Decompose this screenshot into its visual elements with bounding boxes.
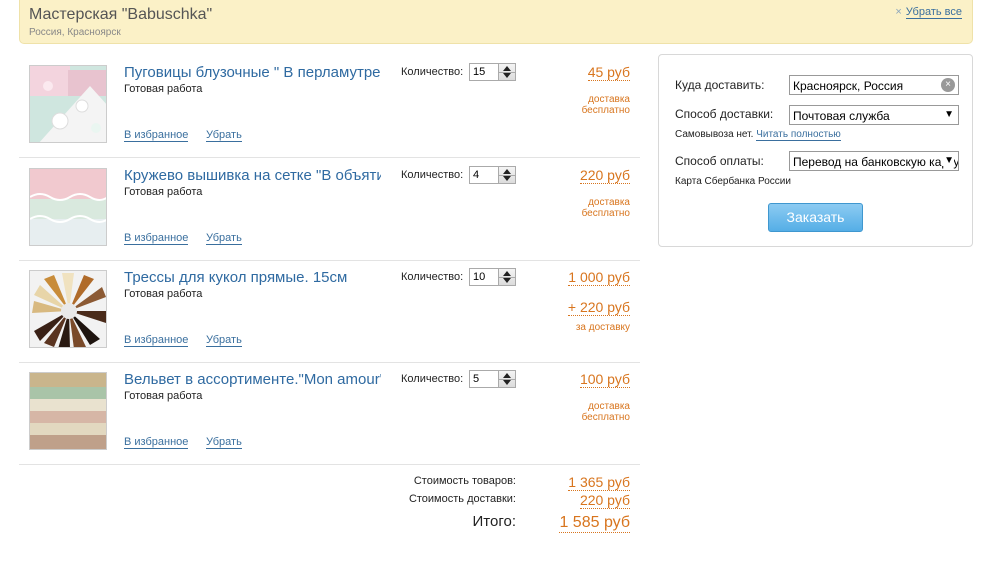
quantity-label: Количество: [401, 373, 464, 385]
quantity-input[interactable] [469, 268, 499, 286]
add-to-favorites-link[interactable]: В избранное [124, 232, 189, 245]
close-icon: × [895, 6, 902, 18]
arrow-up-icon[interactable] [503, 373, 511, 378]
payment-method-select[interactable]: Перевод на банковскую карту ▼ [789, 151, 959, 171]
add-to-favorites-link[interactable]: В избранное [124, 334, 189, 347]
deliver-to-input[interactable]: Красноярск, Россия × [789, 75, 959, 95]
remove-item-link[interactable]: Убрать [206, 232, 242, 245]
total-value: 1 585 руб [559, 514, 630, 533]
quantity-stepper[interactable] [498, 63, 516, 81]
arrow-down-icon[interactable] [503, 380, 511, 385]
cart-item: Трессы для кукол прямые. 15см Готовая ра… [19, 260, 640, 363]
quantity-input[interactable] [469, 166, 499, 184]
quantity-stepper[interactable] [498, 370, 516, 388]
shop-location: Россия, Красноярск [29, 27, 121, 38]
delivery-cost-value: 220 руб [579, 492, 630, 509]
product-type: Готовая работа [124, 83, 203, 95]
shipping-free: доставка бесплатно [581, 197, 630, 219]
arrow-down-icon[interactable] [503, 278, 511, 283]
shipping-cost: + 220 руб [567, 299, 630, 316]
pickup-note: Самовывоза нет. Читать полностью [675, 129, 841, 141]
shipping-free: доставка бесплатно [581, 401, 630, 423]
quantity-input[interactable] [469, 63, 499, 81]
arrow-up-icon[interactable] [503, 66, 511, 71]
product-type: Готовая работа [124, 288, 203, 300]
payment-note: Карта Сбербанка России [675, 176, 791, 187]
product-thumbnail[interactable] [29, 270, 107, 348]
shipping-note: за доставку [575, 322, 630, 333]
deliver-to-value[interactable]: Красноярск, Россия [793, 79, 903, 93]
arrow-up-icon[interactable] [503, 271, 511, 276]
deliver-to-label: Куда доставить: [675, 78, 765, 92]
quantity-input[interactable] [469, 370, 499, 388]
arrow-down-icon[interactable] [503, 176, 511, 181]
product-title[interactable]: Кружево вышивка на сетке "В объятиях [124, 167, 381, 187]
delivery-method-label: Способ доставки: [675, 107, 774, 121]
clear-icon[interactable]: × [941, 78, 955, 92]
item-price: 100 руб [579, 371, 630, 388]
quantity-label: Количество: [401, 271, 464, 283]
remove-all-label[interactable]: Убрать все [905, 6, 962, 19]
arrow-up-icon[interactable] [503, 169, 511, 174]
item-price: 45 руб [587, 64, 630, 81]
chevron-down-icon[interactable]: ▼ [942, 109, 954, 120]
shop-header: Мастерская "Babuschka" Россия, Красноярс… [19, 0, 973, 44]
product-thumbnail[interactable] [29, 65, 107, 143]
pickup-note-text: Самовывоза нет. [675, 129, 754, 140]
item-price: 1 000 руб [568, 269, 630, 286]
delivery-method-select[interactable]: Почтовая служба ▼ [789, 105, 959, 125]
payment-method-value[interactable]: Перевод на банковскую карту [793, 155, 958, 169]
add-to-favorites-link[interactable]: В избранное [124, 129, 189, 142]
add-to-favorites-link[interactable]: В избранное [124, 436, 189, 449]
payment-method-label: Способ оплаты: [675, 154, 764, 168]
quantity-stepper[interactable] [498, 268, 516, 286]
cart-item: Пуговицы блузочные " В перламутре Готова… [19, 55, 640, 158]
read-more-link[interactable]: Читать полностью [756, 129, 841, 141]
product-title[interactable]: Вельвет в ассортименте."Mon amour" [124, 371, 381, 391]
quantity-label: Количество: [401, 66, 464, 78]
goods-cost-label: Стоимость товаров: [413, 475, 516, 487]
product-type: Готовая работа [124, 186, 203, 198]
delivery-method-value[interactable]: Почтовая служба [793, 109, 890, 123]
remove-item-link[interactable]: Убрать [206, 129, 242, 142]
shop-name[interactable]: Мастерская "Babuschka" [29, 6, 212, 24]
product-title[interactable]: Трессы для кукол прямые. 15см [124, 269, 381, 289]
cart-item: Вельвет в ассортименте."Mon amour" Готов… [19, 362, 640, 465]
arrow-down-icon[interactable] [503, 73, 511, 78]
quantity-stepper[interactable] [498, 166, 516, 184]
remove-all-button[interactable]: × Убрать все [895, 6, 962, 19]
total-label: Итого: [472, 513, 516, 530]
product-type: Готовая работа [124, 390, 203, 402]
remove-item-link[interactable]: Убрать [206, 334, 242, 347]
chevron-down-icon[interactable]: ▼ [942, 155, 954, 166]
product-thumbnail[interactable] [29, 372, 107, 450]
order-button[interactable]: Заказать [768, 203, 863, 232]
order-panel: Куда доставить: Красноярск, Россия × Спо… [658, 54, 973, 247]
shipping-free: доставка бесплатно [581, 94, 630, 116]
goods-cost-value: 1 365 руб [568, 474, 630, 491]
delivery-cost-label: Стоимость доставки: [408, 493, 516, 505]
product-thumbnail[interactable] [29, 168, 107, 246]
remove-item-link[interactable]: Убрать [206, 436, 242, 449]
quantity-label: Количество: [401, 169, 464, 181]
item-price: 220 руб [579, 167, 630, 184]
cart-item: Кружево вышивка на сетке "В объятиях Гот… [19, 158, 640, 261]
product-title[interactable]: Пуговицы блузочные " В перламутре [124, 64, 381, 84]
